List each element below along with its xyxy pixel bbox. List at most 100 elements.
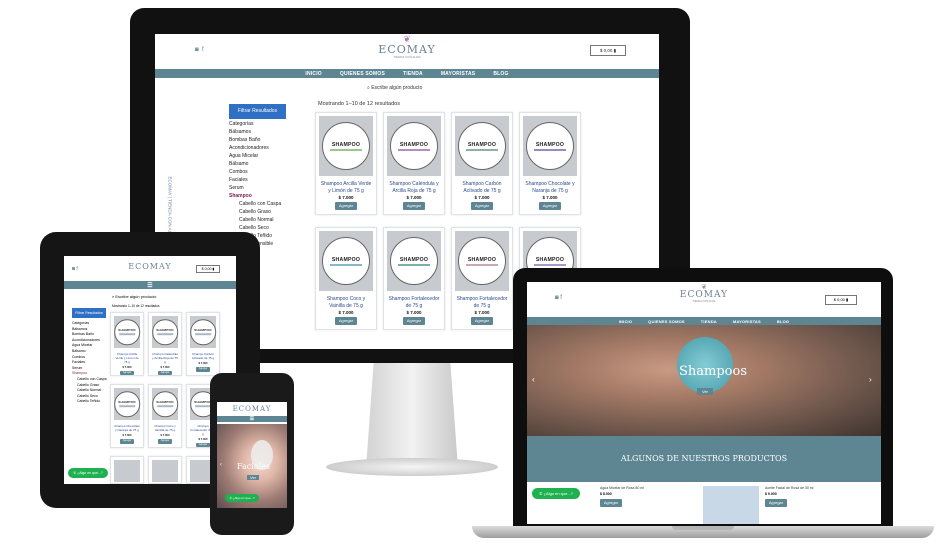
nav-mayoristas[interactable]: MAYORISTAS	[733, 319, 761, 324]
search-bar[interactable]: ⌕ Escribe algún producto	[112, 294, 156, 299]
add-to-cart-button[interactable]: Agregar	[403, 317, 425, 325]
category-item[interactable]: Faciales	[229, 176, 299, 184]
product-image[interactable]	[152, 460, 178, 482]
search-bar[interactable]: ⌕ Escribe algún producto	[367, 85, 457, 93]
site-logo[interactable]: ECOMAY	[227, 405, 277, 413]
product-image[interactable]: SHAMPOO	[523, 116, 577, 176]
nav-mayoristas[interactable]: MAYORISTAS	[441, 71, 476, 77]
product-title[interactable]: Champú Chocolate y Naranja de 75 g	[111, 423, 143, 434]
category-subitem[interactable]: Cabello Graso	[229, 208, 299, 216]
nav-quienes[interactable]: QUIENES SOMOS	[648, 319, 685, 324]
product-card[interactable]: SHAMPOO Champú Caléndula y Arcilla Roja d…	[148, 312, 182, 376]
product-image[interactable]: SHAMPOO	[114, 316, 140, 348]
product-image[interactable]: SHAMPOO	[190, 316, 216, 348]
instagram-icon[interactable]: ◙	[72, 266, 75, 272]
product-card[interactable]: SHAMPOO Champú Coco y Vainilla de 75 g $ 7…	[148, 384, 182, 448]
add-to-cart-button[interactable]: Agregar	[471, 202, 493, 210]
product-card[interactable]	[110, 456, 144, 484]
product-title[interactable]: Shampoo Chocolate y Naranja de 75 g	[520, 179, 580, 195]
slider-prev-icon[interactable]: ‹	[532, 375, 535, 384]
add-to-cart-button[interactable]: Agregar	[335, 317, 357, 325]
product-image[interactable]	[114, 460, 140, 482]
filter-results-button[interactable]: Filtrar Resultados	[72, 308, 106, 318]
hero-button[interactable]: Ver	[697, 388, 714, 395]
category-subitem[interactable]: Cabello Teñido	[72, 399, 107, 405]
facebook-icon[interactable]: f	[76, 266, 77, 272]
nav-tienda[interactable]: TIENDA	[403, 71, 423, 77]
add-to-cart-button[interactable]: Agregar	[196, 442, 210, 448]
hamburger-icon[interactable]: ☰	[147, 282, 153, 289]
product-card[interactable]: SHAMPOO Champú Arcilla Verde y Limón de 7…	[110, 312, 144, 376]
category-item[interactable]: Combos	[229, 168, 299, 176]
whatsapp-button[interactable]: ✆ ¿Algo en que...?	[225, 494, 259, 502]
nav-blog[interactable]: BLOG	[777, 319, 789, 324]
slider-prev-icon[interactable]: ‹	[220, 462, 222, 468]
product-image[interactable]: SHAMPOO	[455, 231, 509, 291]
facebook-icon[interactable]: f	[202, 47, 204, 53]
instagram-icon[interactable]: ◙	[555, 295, 559, 301]
nav-tienda[interactable]: TIENDA	[701, 319, 717, 324]
hamburger-icon[interactable]: ☰	[250, 416, 255, 422]
cart-button[interactable]: $ 0,00 ▮	[590, 45, 626, 56]
product-title[interactable]: Shampoo Caléndula y Arcilla Roja de 75 g	[384, 179, 444, 195]
add-to-cart-button[interactable]: Agregar	[120, 438, 134, 444]
nav-inicio[interactable]: INICIO	[305, 71, 321, 77]
product-title[interactable]: Shampoo Fortalecedor de 75 g	[452, 294, 512, 310]
product-card[interactable]: SHAMPOO Shampoo Coco y Vainilla de 75 g $ …	[315, 227, 377, 330]
add-to-cart-button[interactable]: Agregar	[158, 370, 172, 376]
product-card[interactable]: SHAMPOO Shampoo Fortalecedor de 75 g $ 7.0…	[451, 227, 513, 330]
add-to-cart-button[interactable]: Agregar	[539, 202, 561, 210]
add-to-cart-button[interactable]: Agregar	[335, 202, 357, 210]
mobile-menu-bar[interactable]: ☰	[217, 416, 287, 422]
add-to-cart-button[interactable]: Agregar	[120, 370, 134, 376]
category-item[interactable]: Bombas Baño	[229, 136, 299, 144]
category-subitem[interactable]: Cabello Seco	[229, 224, 299, 232]
product-image[interactable]: SHAMPOO	[387, 116, 441, 176]
instagram-icon[interactable]: ◙	[195, 47, 199, 53]
whatsapp-button[interactable]: ✆ ¿Algo en que...?	[68, 468, 108, 478]
category-item[interactable]: Acondicionadores	[229, 144, 299, 152]
category-subitem[interactable]: Cabello con Caspa	[229, 200, 299, 208]
category-item[interactable]: Bálsamo	[229, 160, 299, 168]
product-title[interactable]: Champú Carbón Activado de 75 g	[187, 351, 219, 362]
filter-results-button[interactable]: Filtrar Resultados	[229, 104, 286, 119]
add-to-cart-button[interactable]: Agregar	[765, 499, 787, 507]
category-item[interactable]: Agua Micelar	[229, 152, 299, 160]
product-image[interactable]: SHAMPOO	[114, 388, 140, 420]
facebook-icon[interactable]: f	[560, 295, 562, 301]
product-title[interactable]: Champú Coco y Vainilla de 75 g	[149, 423, 181, 434]
product-card[interactable]: SHAMPOO Shampoo Carbón Activado de 75 g $ …	[451, 112, 513, 215]
product-image[interactable]: SHAMPOO	[152, 316, 178, 348]
site-logo[interactable]: ❦ ECOMAY TIENDA CON ALMA	[367, 34, 447, 64]
product-image[interactable]: SHAMPOO	[455, 116, 509, 176]
product-title[interactable]: Agua Micelar de Rosa 80 ml	[600, 486, 644, 490]
product-card[interactable]: SHAMPOO Shampoo Caléndula y Arcilla Roja …	[383, 112, 445, 215]
category-item-active[interactable]: Shampoo	[229, 192, 299, 200]
product-card[interactable]: SHAMPOO Shampoo Fortalecedor de 75 g $ 7.0…	[383, 227, 445, 330]
product-image[interactable]: SHAMPOO	[152, 388, 178, 420]
add-to-cart-button[interactable]: Agregar	[403, 202, 425, 210]
slider-next-icon[interactable]: ›	[869, 375, 872, 384]
add-to-cart-button[interactable]: Agregar	[196, 366, 210, 372]
cart-button[interactable]: $ 0,00 ▮	[196, 265, 220, 273]
product-card[interactable]: SHAMPOO Shampoo Arcilla Verde y Limón de …	[315, 112, 377, 215]
nav-inicio[interactable]: INICIO	[619, 319, 632, 324]
add-to-cart-button[interactable]: Agregar	[158, 438, 172, 444]
product-title[interactable]: Champú Caléndula y Arcilla Roja de 75 g	[149, 351, 181, 366]
product-title[interactable]: Shampoo Coco y Vainilla de 75 g	[316, 294, 376, 310]
nav-quienes[interactable]: QUIENES SOMOS	[340, 71, 385, 77]
product-title[interactable]: Shampoo Carbón Activado de 75 g	[452, 179, 512, 195]
category-item[interactable]: Serum	[229, 184, 299, 192]
product-card[interactable]: SHAMPOO Champú Chocolate y Naranja de 75 …	[110, 384, 144, 448]
mobile-menu-bar[interactable]: ☰	[64, 281, 236, 289]
category-subitem[interactable]: Cabello Normal	[229, 216, 299, 224]
add-to-cart-button[interactable]: Agregar	[600, 499, 622, 507]
product-card[interactable]: SHAMPOO Shampoo Chocolate y Naranja de 75…	[519, 112, 581, 215]
cart-button[interactable]: $ 0,00 ▮	[825, 295, 857, 305]
site-logo[interactable]: ❦ ECOMAY TIENDA CON ALMA	[674, 284, 734, 303]
product-title[interactable]: Shampoo Arcilla Verde y Limón de 75 g	[316, 179, 376, 195]
category-item[interactable]: Bálsamos	[229, 128, 299, 136]
site-logo[interactable]: ECOMAY	[124, 262, 176, 271]
product-image[interactable]: SHAMPOO	[387, 231, 441, 291]
product-card[interactable]	[148, 456, 182, 484]
